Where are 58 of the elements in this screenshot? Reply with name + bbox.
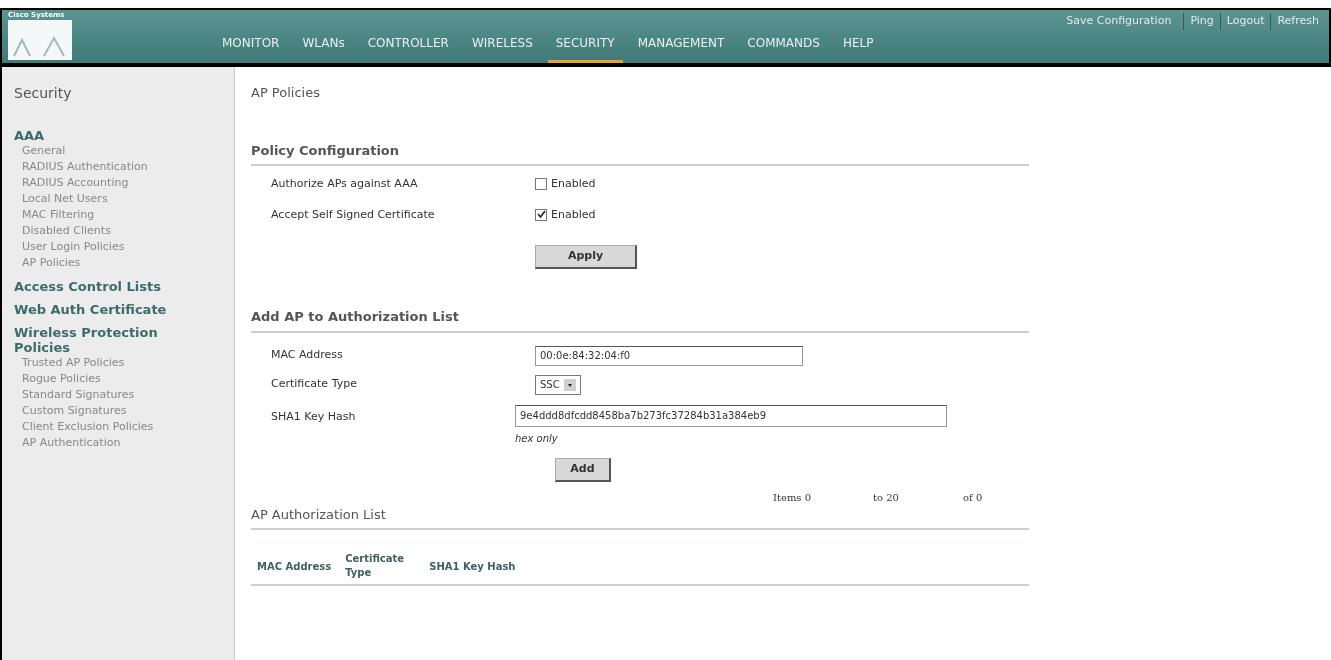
sidebar-item[interactable]: Rogue Policies <box>14 371 101 387</box>
checkbox-label: Enabled <box>551 206 596 223</box>
sidebar-section[interactable]: Web Auth Certificate <box>14 302 214 317</box>
header-link[interactable]: Ping <box>1183 13 1220 30</box>
sidebar-section[interactable]: Access Control Lists <box>14 279 214 294</box>
sidebar-title: Security <box>14 84 73 103</box>
column-header: SHA1 Key Hash <box>429 559 516 574</box>
field-label: Authorize APs against AAA <box>271 176 419 192</box>
checkmark-icon <box>536 210 546 220</box>
sidebar-item[interactable]: MAC Filtering <box>14 207 95 223</box>
add-button[interactable]: Add <box>555 457 611 482</box>
checkbox[interactable] <box>535 178 547 191</box>
section-heading: Policy Configuration <box>251 142 400 158</box>
sidebar-section[interactable]: AAA <box>14 128 214 143</box>
nav-tab[interactable]: WIRELESS <box>471 34 533 63</box>
nav-tab[interactable]: SECURITY <box>547 34 623 63</box>
section-heading: Add AP to Authorization List <box>251 309 459 324</box>
nav-tab[interactable]: COMMANDS <box>747 34 820 63</box>
field-label: SHA1 Key Hash <box>271 408 357 425</box>
bridge-logo-icon <box>8 20 72 60</box>
pager-text: of 0 <box>963 490 983 505</box>
sidebar-item[interactable]: AP Policies <box>14 255 81 271</box>
nav-tab[interactable]: MANAGEMENT <box>637 34 725 63</box>
sha1-key-hash-field[interactable]: 9e4ddd8dfcdd8458ba7b273fc37284b31a384eb9 <box>515 404 947 427</box>
sidebar-item[interactable]: Local Net Users <box>14 191 108 207</box>
field-label: MAC Address <box>271 347 344 364</box>
sidebar-item[interactable]: User Login Policies <box>14 239 125 255</box>
header-link[interactable]: Logout <box>1219 13 1271 30</box>
sidebar-item[interactable]: Standard Signatures <box>14 387 135 403</box>
pager-text: to 20 <box>873 490 900 505</box>
nav-tab[interactable]: MONITOR <box>222 34 280 63</box>
column-header: Certificate Type <box>345 552 406 580</box>
sidebar-item[interactable]: Disabled Clients <box>14 223 111 239</box>
field-label: Certificate Type <box>271 376 358 393</box>
sidebar-item[interactable]: RADIUS Authentication <box>14 159 148 175</box>
checkbox-label: Enabled <box>551 176 596 192</box>
hint-text: hex only <box>515 431 558 446</box>
sidebar-item[interactable]: Custom Signatures <box>14 403 127 419</box>
sidebar-section[interactable]: Wireless Protection Policies <box>14 325 214 355</box>
sidebar-item[interactable]: Client Exclusion Policies <box>14 419 154 435</box>
apply-button[interactable]: Apply <box>535 245 637 269</box>
nav-tab[interactable]: WLANs <box>302 34 345 63</box>
checkbox[interactable] <box>535 208 547 221</box>
nav-tab[interactable]: HELP <box>842 34 874 63</box>
header-link[interactable]: Refresh <box>1270 13 1325 30</box>
sidebar-item[interactable]: RADIUS Accounting <box>14 175 129 191</box>
section-heading: AP Authorization List <box>251 506 386 522</box>
column-header: MAC Address <box>257 559 332 574</box>
sidebar-item[interactable]: General <box>14 143 66 159</box>
header-link[interactable]: Save Configuration <box>1054 13 1184 30</box>
nav-tab[interactable]: CONTROLLER <box>367 34 449 63</box>
mac-address-field[interactable]: 00:0e:84:32:04:f0 <box>535 345 803 366</box>
sidebar-item[interactable]: AP Authentication <box>14 435 121 451</box>
certificate-type-select[interactable]: SSC <box>535 374 581 395</box>
sidebar-item[interactable]: Trusted AP Policies <box>14 355 125 371</box>
field-label: Accept Self Signed Certificate <box>271 206 436 223</box>
page-title: AP Policies <box>251 84 320 102</box>
pager-text: Items 0 <box>773 490 813 505</box>
